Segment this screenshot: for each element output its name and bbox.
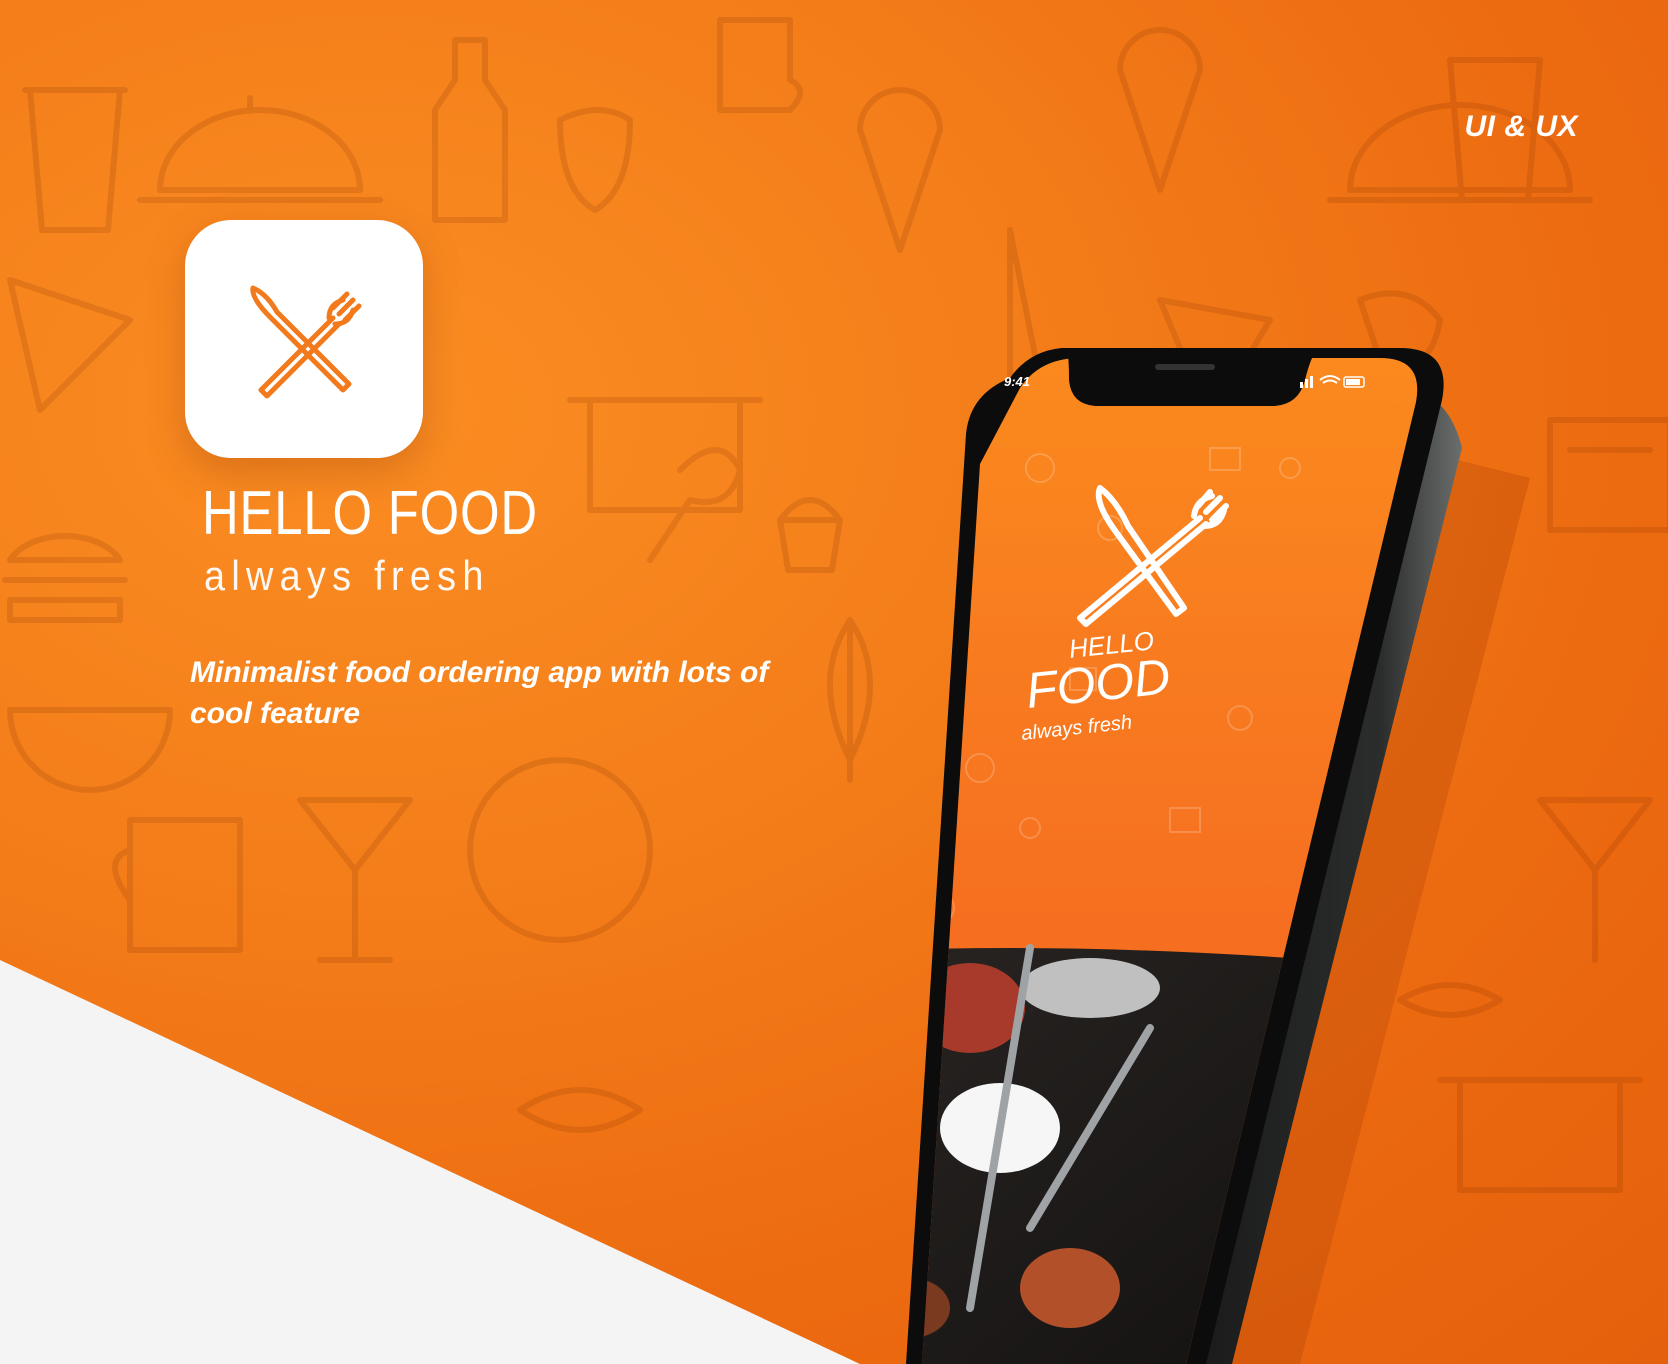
app-description: Minimalist food ordering app with lots o… [190, 656, 769, 730]
fork-knife-icon [250, 285, 362, 399]
app-icon [185, 220, 423, 458]
brand-title: HELLO FOOD [202, 479, 538, 548]
category-tag: UI & UX [1464, 110, 1578, 143]
brand-tagline: always fresh [204, 552, 490, 599]
status-time: 9:41 [1004, 374, 1030, 389]
notch [1068, 356, 1313, 406]
hero-canvas: UI & UX HELLO FOOD always fresh Minimali… [0, 0, 1668, 1364]
phone-mockup: 9:41 HELLO FOOD always fresh [906, 348, 1530, 1364]
